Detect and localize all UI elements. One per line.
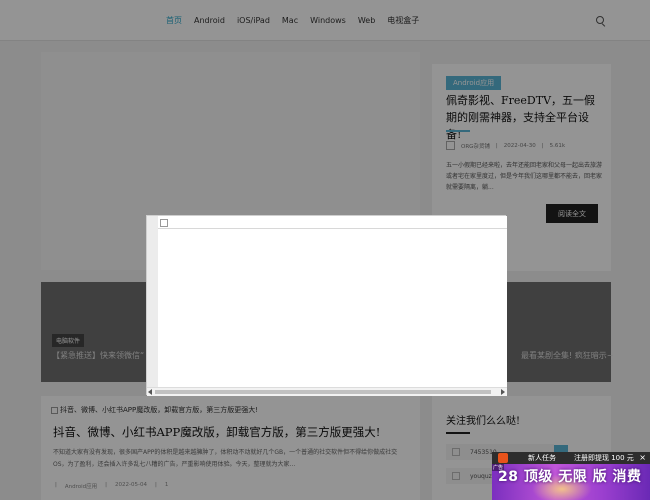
floating-ad[interactable]: 新人任务 注册即提现 100 元 × 广告 28 顶级 无限 版 消费 [492,452,650,500]
reward-icon [498,453,508,463]
horizontal-scrollbar[interactable] [147,387,507,396]
new-user-task[interactable]: 新人任务 [528,453,556,463]
scroll-left-arrow-icon[interactable] [148,389,152,395]
ad-promo-text[interactable]: 注册即提现 100 元 [574,453,634,463]
close-icon[interactable]: × [639,453,646,462]
scroll-right-arrow-icon[interactable] [501,389,505,395]
modal-divider [158,228,507,229]
popup-modal [146,215,507,396]
broken-image-icon [160,219,168,227]
scrollbar-thumb[interactable] [155,390,491,394]
ad-image-text: 28 顶级 无限 版 消费 [498,469,642,485]
ad-bar: 新人任务 注册即提现 100 元 × [492,452,650,464]
modal-content-frame [158,216,507,387]
ad-image[interactable]: 广告 28 顶级 无限 版 消费 [492,464,650,500]
